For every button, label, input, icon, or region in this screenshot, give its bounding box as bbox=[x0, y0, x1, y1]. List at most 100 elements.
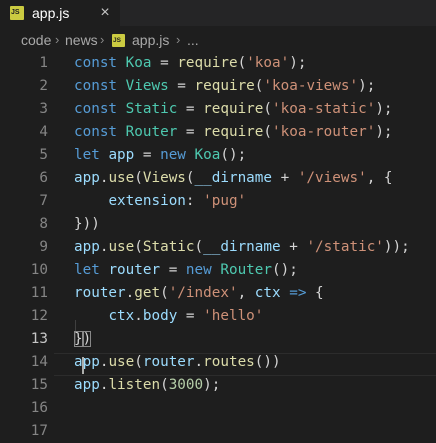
code-token: = bbox=[160, 262, 186, 278]
line-number: 4 bbox=[39, 124, 48, 140]
code-token: app bbox=[74, 170, 100, 186]
code-text[interactable]: app.use(Views(__dirname + '/views', { bbox=[74, 167, 393, 190]
code-token: Views bbox=[125, 78, 169, 94]
code-token: app bbox=[108, 147, 135, 163]
code-token: } bbox=[74, 331, 83, 347]
code-text[interactable]: extension: 'pug' bbox=[74, 190, 246, 213]
code-line[interactable]: 4 const Router = require('koa-router'); bbox=[0, 121, 436, 144]
code-token: 'koa-router' bbox=[272, 124, 376, 140]
code-line[interactable]: 17 bbox=[0, 420, 436, 443]
code-token: 3000 bbox=[168, 377, 204, 393]
code-line[interactable]: 10 let router = new Router(); bbox=[0, 259, 436, 282]
code-token: require bbox=[194, 78, 255, 94]
code-line[interactable]: 2 const Views = require('koa-views'); bbox=[0, 75, 436, 98]
code-token: ( bbox=[263, 124, 273, 140]
breadcrumb-item-code[interactable]: code bbox=[21, 26, 51, 52]
code-text[interactable]: let router = new Router(); bbox=[74, 259, 298, 282]
code-line[interactable]: 8})) bbox=[0, 213, 436, 236]
code-token: 'koa-static' bbox=[272, 101, 376, 117]
code-line[interactable]: 13}) bbox=[0, 328, 436, 351]
code-token: app bbox=[74, 377, 100, 393]
code-token: require bbox=[203, 124, 264, 140]
code-editor[interactable]: 1 const Koa = require('koa'); 2 const Views… bbox=[0, 52, 436, 439]
code-text[interactable]: ctx.body = 'hello' bbox=[74, 305, 263, 328]
breadcrumb-item-app-js[interactable]: app.js bbox=[132, 26, 169, 52]
line-number: 1 bbox=[39, 55, 48, 71]
code-line[interactable]: 15 app.listen(3000); bbox=[0, 374, 436, 397]
code-token: routes bbox=[203, 354, 255, 370]
chevron-right-icon: › bbox=[55, 32, 60, 47]
code-token: app bbox=[74, 239, 100, 255]
line-number: 9 bbox=[39, 239, 48, 255]
code-line[interactable]: 16 bbox=[0, 397, 436, 420]
chevron-right-icon: › bbox=[176, 32, 181, 47]
line-number: 11 bbox=[30, 285, 48, 301]
code-token: require bbox=[177, 55, 238, 71]
code-token: = bbox=[151, 55, 178, 71]
code-text[interactable]: })) bbox=[74, 213, 100, 236]
breadcrumb-item-news[interactable]: news bbox=[65, 26, 98, 52]
code-text[interactable]: app.use(router.routes()) bbox=[74, 351, 281, 374]
line-number: 13 bbox=[30, 331, 48, 347]
code-text[interactable]: let app = new Koa(); bbox=[74, 144, 246, 167]
code-line[interactable]: 6 app.use(Views(__dirname + '/views', { bbox=[0, 167, 436, 190]
code-token: __dirname bbox=[203, 239, 281, 255]
code-line[interactable]: 3 const Static = require('koa-static'); bbox=[0, 98, 436, 121]
code-text[interactable]: app.listen(3000); bbox=[74, 374, 220, 397]
code-token: ); bbox=[375, 124, 393, 140]
code-text[interactable]: const Router = require('koa-router'); bbox=[74, 121, 393, 144]
code-token: body bbox=[142, 308, 178, 324]
code-token: Views bbox=[142, 170, 186, 186]
code-token: = bbox=[134, 147, 161, 163]
code-token: ) bbox=[82, 331, 92, 347]
code-line[interactable]: 9 app.use(Static(__dirname + '/static')); bbox=[0, 236, 436, 259]
code-token: ( bbox=[134, 170, 143, 186]
line-number: 5 bbox=[39, 147, 48, 163]
code-text[interactable]: const Views = require('koa-views'); bbox=[74, 75, 375, 98]
breadcrumb-item-symbols[interactable]: ... bbox=[187, 26, 199, 52]
line-number: 6 bbox=[39, 170, 48, 186]
code-line[interactable]: 7 extension: 'pug' bbox=[0, 190, 436, 213]
close-icon[interactable]: × bbox=[97, 0, 113, 26]
code-token: use bbox=[108, 239, 135, 255]
code-token: )); bbox=[383, 239, 410, 255]
text-cursor bbox=[82, 357, 84, 374]
code-text[interactable]: const Koa = require('koa'); bbox=[74, 52, 306, 75]
line-number: 15 bbox=[30, 377, 48, 393]
code-token: Koa bbox=[194, 147, 221, 163]
code-text[interactable]: app.use(Static(__dirname + '/static')); bbox=[74, 236, 410, 259]
code-text[interactable]: router.get('/index', ctx => { bbox=[74, 282, 324, 305]
code-token: 'koa-views' bbox=[263, 78, 359, 94]
code-token: ( bbox=[134, 239, 143, 255]
code-token: ( bbox=[160, 285, 169, 301]
code-line[interactable]: 12 ctx.body = 'hello' bbox=[0, 305, 436, 328]
tab-title[interactable]: app.js bbox=[32, 0, 69, 26]
code-token: = bbox=[177, 101, 204, 117]
tab-bar: JS app.js × bbox=[0, 0, 436, 26]
code-token: ( bbox=[194, 239, 204, 255]
code-token: router bbox=[142, 354, 195, 370]
code-token: use bbox=[108, 354, 135, 370]
code-line[interactable]: 11 router.get('/index', ctx => { bbox=[0, 282, 436, 305]
code-line[interactable]: 5 let app = new Koa(); bbox=[0, 144, 436, 167]
code-token: 'koa' bbox=[246, 55, 290, 71]
line-number: 16 bbox=[30, 400, 48, 416]
code-line[interactable]: 1 const Koa = require('koa'); bbox=[0, 52, 436, 75]
line-number: 17 bbox=[30, 423, 48, 439]
code-token: listen bbox=[108, 377, 161, 393]
code-token: ); bbox=[289, 55, 307, 71]
code-line[interactable]: 14 app.use(router.routes()) bbox=[0, 351, 436, 374]
code-text[interactable]: }) bbox=[74, 328, 92, 351]
code-token: = bbox=[177, 124, 204, 140]
code-token: ctx bbox=[254, 285, 281, 301]
tab-app-js[interactable]: JS app.js × bbox=[0, 0, 120, 26]
code-token: Static bbox=[125, 101, 178, 117]
code-token: 'pug' bbox=[203, 193, 247, 209]
code-text[interactable]: const Static = require('koa-static'); bbox=[74, 98, 393, 121]
code-token: Router bbox=[220, 262, 273, 278]
